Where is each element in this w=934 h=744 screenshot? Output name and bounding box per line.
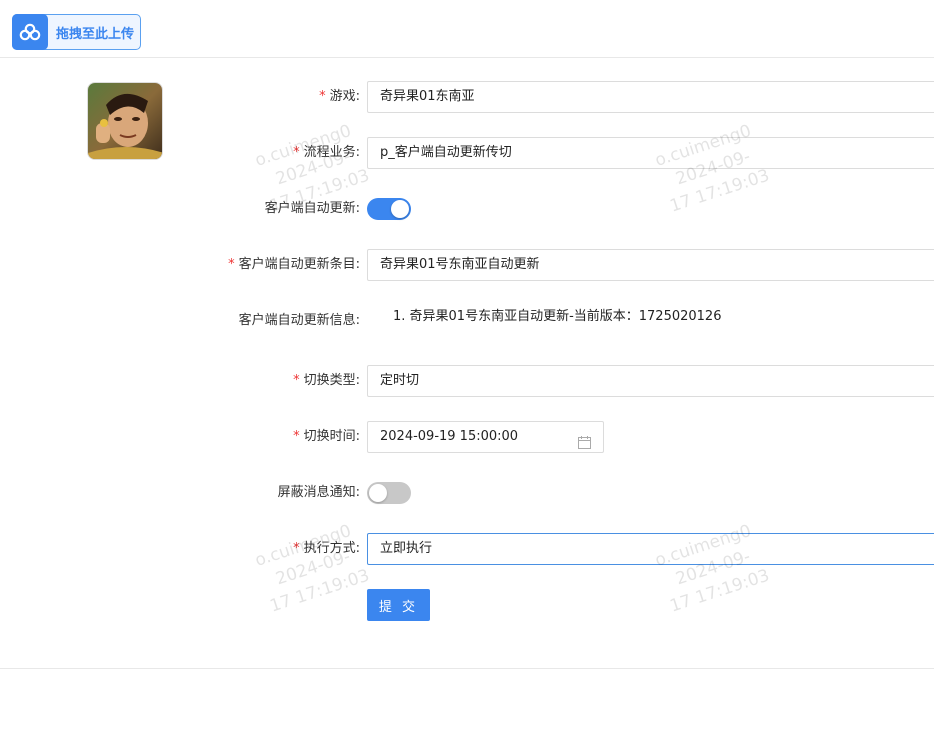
bottom-divider <box>0 668 934 669</box>
form-row-mute-notify: 屏蔽消息通知: <box>0 477 934 509</box>
switch-type-label: * 切换类型: <box>293 373 360 388</box>
game-select[interactable]: 奇异果01东南亚 <box>367 81 934 113</box>
toggle-knob <box>391 200 409 218</box>
exec-mode-label: * 执行方式: <box>293 541 360 556</box>
exec-mode-select[interactable]: 立即执行 <box>367 533 934 565</box>
update-item-select[interactable]: 奇异果01号东南亚自动更新 <box>367 249 934 281</box>
update-info-text: 1. 奇异果01号东南亚自动更新-当前版本：1725020126 <box>393 309 722 324</box>
switch-time-label: * 切换时间: <box>293 429 360 444</box>
form-row-switch-type: * 切换类型: 定时切 <box>0 365 934 397</box>
business-select[interactable]: p_客户端自动更新传切 <box>367 137 934 169</box>
calendar-icon[interactable] <box>578 431 591 461</box>
upload-label: 拖拽至此上传 <box>56 26 135 42</box>
business-label: * 流程业务: <box>293 145 360 160</box>
top-divider <box>0 57 934 58</box>
auto-update-toggle[interactable] <box>367 198 411 220</box>
form-row-update-item: * 客户端自动更新条目: 奇异果01号东南亚自动更新 <box>0 249 934 281</box>
toggle-knob <box>369 484 387 502</box>
form-row-switch-time: * 切换时间: 2024-09-19 15:00:00 <box>0 421 934 453</box>
cloud-link-icon <box>12 13 48 50</box>
mute-notify-toggle[interactable] <box>367 482 411 504</box>
submit-button[interactable]: 提 交 <box>367 589 430 621</box>
form-row-game: * 游戏: 奇异果01东南亚 <box>0 81 934 113</box>
mute-notify-label: 屏蔽消息通知: <box>277 485 360 500</box>
switch-type-select[interactable]: 定时切 <box>367 365 934 397</box>
game-label: * 游戏: <box>319 89 360 104</box>
drag-upload-button[interactable]: 拖拽至此上传 <box>12 13 141 50</box>
form-row-exec-mode: * 执行方式: 立即执行 <box>0 533 934 565</box>
form-row-auto-update: 客户端自动更新: <box>0 193 934 225</box>
form-row-business: * 流程业务: p_客户端自动更新传切 <box>0 137 934 169</box>
update-info-label: 客户端自动更新信息: <box>238 313 360 328</box>
auto-update-label: 客户端自动更新: <box>264 201 360 216</box>
form-row-update-info: 客户端自动更新信息: 1. 奇异果01号东南亚自动更新-当前版本：1725020… <box>0 305 934 337</box>
switch-time-picker[interactable]: 2024-09-19 15:00:00 <box>367 421 604 453</box>
update-item-label: * 客户端自动更新条目: <box>228 257 360 272</box>
switch-time-value: 2024-09-19 15:00:00 <box>380 429 519 444</box>
